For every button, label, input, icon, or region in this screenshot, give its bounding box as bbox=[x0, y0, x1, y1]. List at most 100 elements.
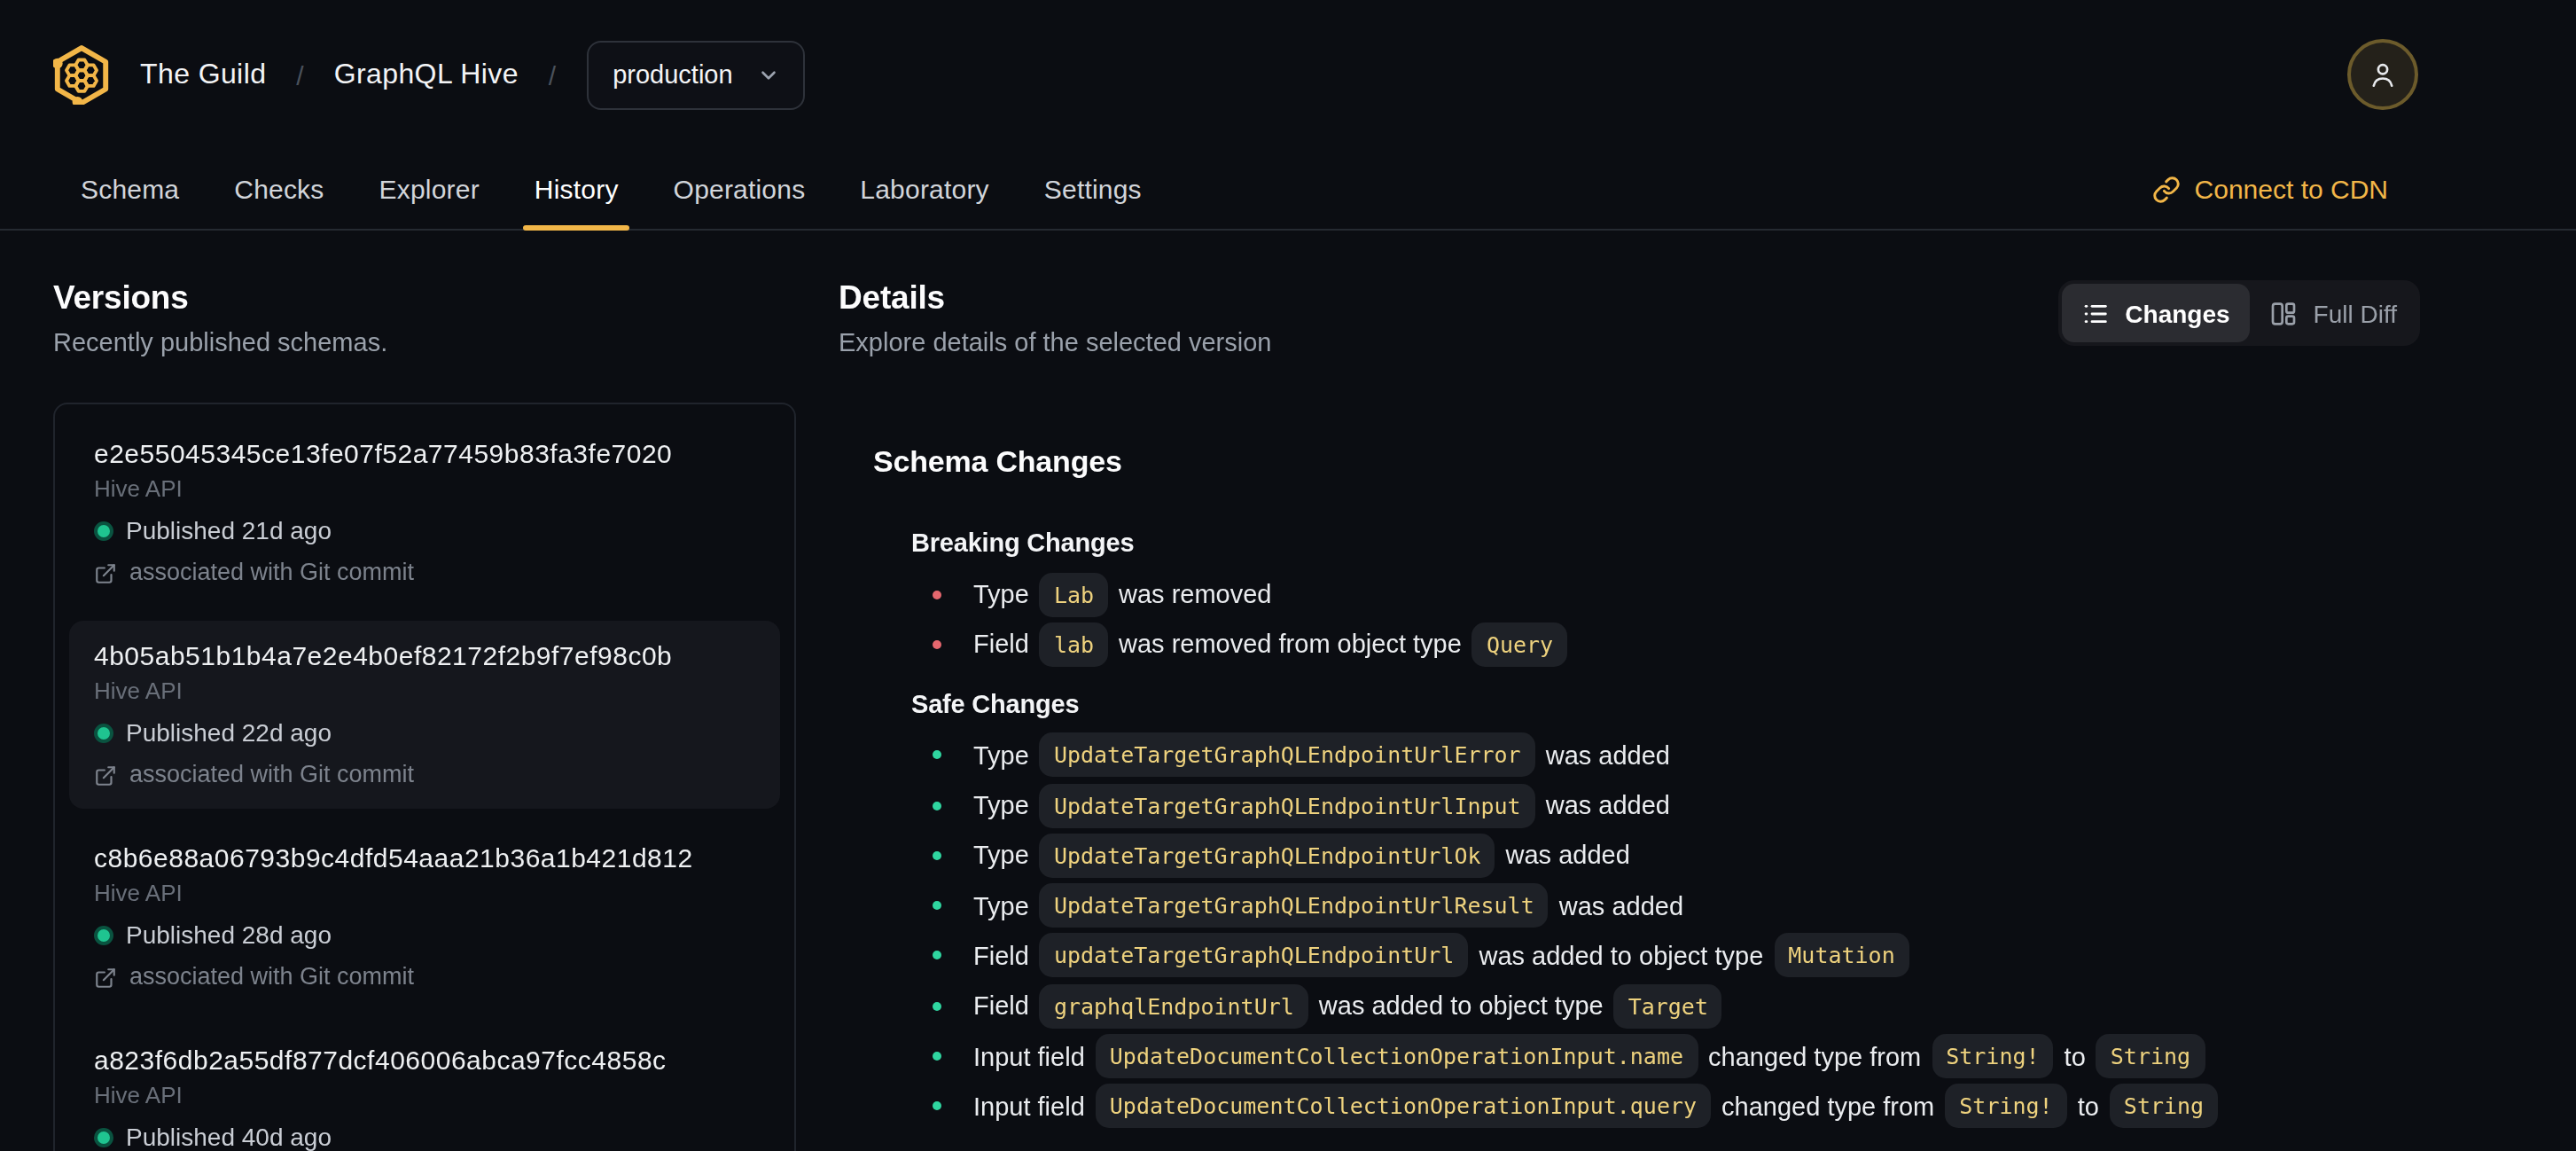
tab-checks[interactable]: Checks bbox=[207, 149, 351, 229]
version-commit-row[interactable]: associated with Git commit bbox=[94, 759, 755, 791]
user-menu-button[interactable] bbox=[2347, 39, 2418, 110]
code-badge: String! bbox=[1945, 1084, 2066, 1129]
version-commit-row[interactable]: associated with Git commit bbox=[94, 557, 755, 589]
version-list: e2e55045345ce13fe07f52a77459b83fa3fe7020… bbox=[53, 403, 796, 1151]
change-item: TypeUpdateTargetGraphQLEndpointUrlErrorw… bbox=[911, 730, 2420, 780]
list-icon bbox=[2080, 299, 2109, 327]
app-header: The Guild / GraphQL Hive / production Sc… bbox=[0, 0, 2576, 231]
versions-panel: Versions Recently published schemas. e2e… bbox=[53, 231, 796, 1151]
code-badge: UpdateTargetGraphQLEndpointUrlError bbox=[1040, 732, 1535, 777]
version-hash: a823f6db2a55df877dcf406006abca97fcc4858c bbox=[94, 1043, 755, 1078]
version-service: Hive API bbox=[94, 677, 755, 706]
view-toggle: ChangesFull Diff bbox=[2057, 280, 2420, 346]
nav-tabs: SchemaChecksExplorerHistoryOperationsLab… bbox=[53, 149, 1169, 229]
published-status-dot bbox=[94, 1127, 113, 1147]
version-commit-label: associated with Git commit bbox=[129, 961, 414, 993]
external-link-icon bbox=[94, 763, 117, 787]
versions-title: Versions bbox=[53, 277, 796, 319]
published-status-dot bbox=[94, 925, 113, 944]
code-badge: UpdateDocumentCollectionOperationInput.q… bbox=[1096, 1084, 1711, 1129]
change-item: TypeUpdateTargetGraphQLEndpointUrlOkwas … bbox=[911, 830, 2420, 881]
version-commit-label: associated with Git commit bbox=[129, 557, 414, 589]
version-list-item[interactable]: c8b6e88a06793b9c4dfd54aaa21b36a1b421d812… bbox=[69, 823, 780, 1011]
change-group-title: Breaking Changes bbox=[911, 525, 2420, 560]
code-badge: String bbox=[2110, 1084, 2218, 1129]
version-published-row: Published 21d ago bbox=[94, 514, 755, 546]
change-groups: Breaking Changes TypeLabwas removedField… bbox=[911, 525, 2420, 1131]
code-badge: UpdateDocumentCollectionOperationInput.n… bbox=[1096, 1034, 1698, 1078]
version-commit-label: associated with Git commit bbox=[129, 759, 414, 791]
version-commit-row[interactable]: associated with Git commit bbox=[94, 961, 755, 993]
code-badge: Target bbox=[1614, 983, 1722, 1028]
view-toggle-full-diff[interactable]: Full Diff bbox=[2250, 284, 2416, 342]
change-item: TypeLabwas removed bbox=[911, 569, 2420, 620]
external-link-icon bbox=[94, 966, 117, 989]
change-item: Input fieldUpdateDocumentCollectionOpera… bbox=[911, 1031, 2420, 1082]
code-badge: Mutation bbox=[1774, 934, 1909, 978]
change-group-safe: Safe Changes TypeUpdateTargetGraphQLEndp… bbox=[911, 685, 2420, 1131]
chevron-down-icon bbox=[758, 63, 781, 86]
tab-history[interactable]: History bbox=[507, 149, 646, 229]
version-list-item[interactable]: 4b05ab51b1b4a7e2e4b0ef82172f2b9f7ef98c0b… bbox=[69, 621, 780, 809]
code-badge: String! bbox=[1932, 1034, 2053, 1078]
nav-bar: SchemaChecksExplorerHistoryOperationsLab… bbox=[0, 149, 2576, 231]
version-published-label: Published 22d ago bbox=[126, 716, 332, 748]
tab-settings[interactable]: Settings bbox=[1017, 149, 1169, 229]
change-item: FieldgraphqlEndpointUrlwas added to obje… bbox=[911, 981, 2420, 1031]
code-badge: Lab bbox=[1040, 572, 1108, 616]
tab-laboratory[interactable]: Laboratory bbox=[832, 149, 1016, 229]
change-group-title: Safe Changes bbox=[911, 685, 2420, 721]
version-published-label: Published 40d ago bbox=[126, 1121, 332, 1151]
tab-operations[interactable]: Operations bbox=[646, 149, 833, 229]
versions-subtitle: Recently published schemas. bbox=[53, 325, 796, 360]
target-selector[interactable]: production bbox=[586, 40, 805, 109]
connect-cdn-link[interactable]: Connect to CDN bbox=[2152, 149, 2388, 229]
version-hash: e2e55045345ce13fe07f52a77459b83fa3fe7020 bbox=[94, 436, 755, 472]
code-badge: Query bbox=[1472, 622, 1567, 667]
version-published-row: Published 22d ago bbox=[94, 716, 755, 748]
version-service: Hive API bbox=[94, 475, 755, 504]
code-badge: lab bbox=[1040, 622, 1108, 667]
change-item: TypeUpdateTargetGraphQLEndpointUrlResult… bbox=[911, 881, 2420, 931]
top-bar: The Guild / GraphQL Hive / production bbox=[0, 0, 2576, 149]
columns-icon bbox=[2269, 299, 2298, 327]
change-item: FieldupdateTargetGraphQLEndpointUrlwas a… bbox=[911, 931, 2420, 982]
version-service: Hive API bbox=[94, 880, 755, 908]
external-link-icon bbox=[94, 561, 117, 584]
breadcrumb-org[interactable]: The Guild bbox=[140, 59, 266, 90]
published-status-dot bbox=[94, 723, 113, 742]
published-status-dot bbox=[94, 521, 113, 540]
version-published-row: Published 40d ago bbox=[94, 1121, 755, 1151]
version-published-label: Published 21d ago bbox=[126, 514, 332, 546]
version-published-row: Published 28d ago bbox=[94, 919, 755, 951]
code-badge: graphqlEndpointUrl bbox=[1040, 983, 1308, 1028]
connect-cdn-label: Connect to CDN bbox=[2195, 174, 2388, 204]
details-panel: Details Explore details of the selected … bbox=[839, 231, 2420, 1151]
hive-logo-icon[interactable] bbox=[53, 44, 110, 105]
tab-schema[interactable]: Schema bbox=[53, 149, 207, 229]
view-toggle-changes[interactable]: Changes bbox=[2061, 284, 2249, 342]
change-item: Fieldlabwas removed from object typeQuer… bbox=[911, 620, 2420, 670]
version-list-item[interactable]: a823f6db2a55df877dcf406006abca97fcc4858c… bbox=[69, 1025, 780, 1151]
breadcrumb-separator: / bbox=[296, 59, 303, 90]
user-icon bbox=[2367, 59, 2399, 90]
version-hash: 4b05ab51b1b4a7e2e4b0ef82172f2b9f7ef98c0b bbox=[94, 638, 755, 674]
tab-explorer[interactable]: Explorer bbox=[352, 149, 507, 229]
breadcrumb-separator: / bbox=[549, 59, 556, 90]
change-item: Input fieldUpdateDocumentCollectionOpera… bbox=[911, 1081, 2420, 1131]
code-badge: UpdateTargetGraphQLEndpointUrlResult bbox=[1040, 883, 1549, 928]
version-published-label: Published 28d ago bbox=[126, 919, 332, 951]
code-badge: updateTargetGraphQLEndpointUrl bbox=[1040, 934, 1469, 978]
version-list-item[interactable]: e2e55045345ce13fe07f52a77459b83fa3fe7020… bbox=[69, 419, 780, 607]
breadcrumb-project[interactable]: GraphQL Hive bbox=[334, 59, 519, 90]
change-item: TypeUpdateTargetGraphQLEndpointUrlInputw… bbox=[911, 780, 2420, 831]
link-icon bbox=[2152, 175, 2181, 203]
code-badge: UpdateTargetGraphQLEndpointUrlInput bbox=[1040, 783, 1535, 827]
code-badge: String bbox=[2096, 1034, 2205, 1078]
schema-changes-title: Schema Changes bbox=[873, 442, 2420, 484]
version-hash: c8b6e88a06793b9c4dfd54aaa21b36a1b421d812 bbox=[94, 841, 755, 876]
change-group-breaking: Breaking Changes TypeLabwas removedField… bbox=[911, 525, 2420, 669]
target-selector-value: production bbox=[613, 60, 732, 89]
version-service: Hive API bbox=[94, 1082, 755, 1110]
code-badge: UpdateTargetGraphQLEndpointUrlOk bbox=[1040, 834, 1495, 878]
